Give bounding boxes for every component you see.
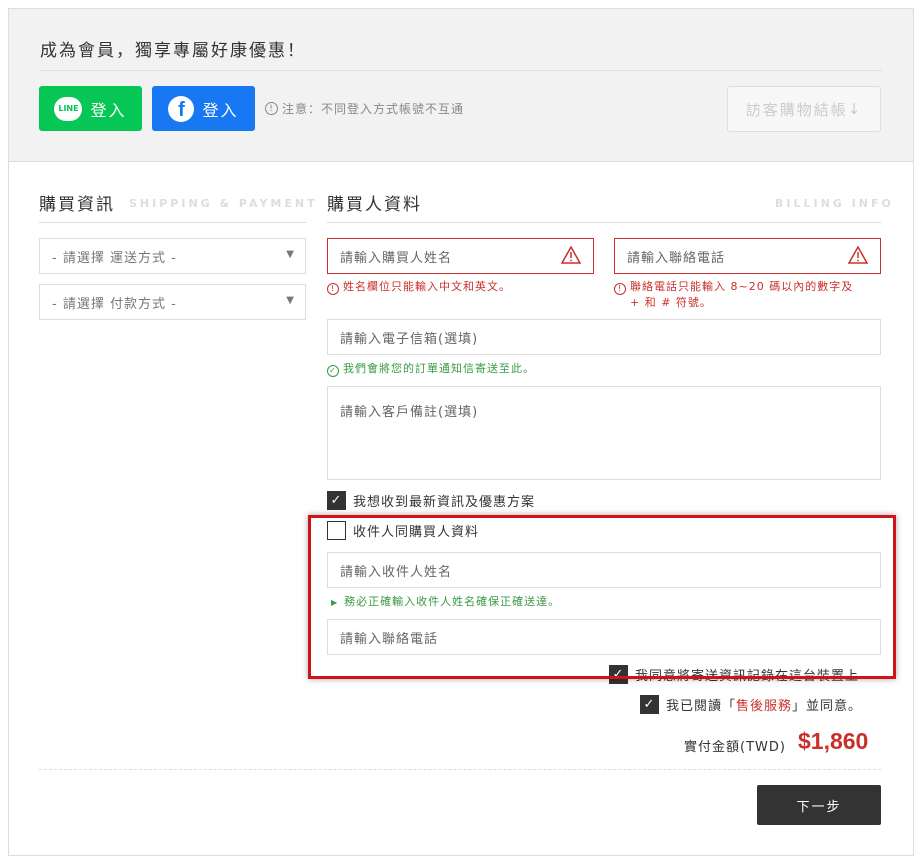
login-note: ! 注意：不同登入方式帳號不互通: [265, 100, 464, 117]
total-amount-value: $1,860: [798, 728, 869, 754]
banner-divider: [40, 70, 882, 71]
checkmark-icon: ✓: [327, 491, 346, 510]
buyer-name-input[interactable]: 請輸入購買人姓名: [327, 238, 594, 274]
check-circle-icon: ✓: [327, 364, 339, 377]
buyer-info-divider: [327, 222, 881, 223]
terms-checkbox[interactable]: ✓ 我已閱讀「售後服務」並同意。: [640, 695, 862, 714]
arrow-down-icon: ↓: [847, 100, 863, 118]
total-amount-label: 實付金額(TWD): [684, 740, 786, 755]
error-icon: !: [614, 282, 626, 295]
footer-divider: [39, 769, 881, 770]
payment-method-select[interactable]: - 請選擇 付款方式 - ▼: [39, 284, 306, 320]
guest-checkout-label: 訪客購物結帳: [745, 100, 848, 119]
info-icon: !: [265, 102, 278, 115]
buyer-email-input[interactable]: 請輸入電子信箱(選填): [327, 319, 881, 355]
shipping-method-select[interactable]: - 請選擇 運送方式 - ▼: [39, 238, 306, 274]
buyer-name-placeholder: 請輸入購買人姓名: [340, 250, 453, 266]
purchase-info-title: 購買資訊: [39, 195, 115, 215]
caret-down-icon: ▼: [286, 295, 295, 306]
warning-icon: [561, 246, 581, 264]
buyer-phone-placeholder: 請輸入聯絡電話: [627, 250, 726, 266]
customer-notes-textarea[interactable]: 請輸入客戶備註(選填): [327, 386, 881, 480]
buyer-phone-error: ! 聯絡電話只能輸入 8~20 碼以內的數字及 + 和 # 符號。: [614, 279, 884, 310]
member-promo-text: 成為會員，獨享專屬好康優惠！: [40, 41, 306, 61]
guest-checkout-button[interactable]: 訪客購物結帳 ↓: [727, 86, 881, 132]
purchase-info-divider: [39, 222, 306, 223]
after-sales-service-link[interactable]: 售後服務: [736, 699, 792, 714]
facebook-logo-icon: f: [168, 95, 195, 122]
line-login-button[interactable]: LINE 登入: [39, 86, 142, 131]
buyer-email-placeholder: 請輸入電子信箱(選填): [340, 331, 479, 347]
buyer-info-title: 購買人資料: [327, 195, 422, 215]
line-logo-icon: LINE: [54, 96, 83, 121]
line-login-label: 登入: [90, 100, 127, 120]
newsletter-label: 我想收到最新資訊及優惠方案: [353, 495, 536, 510]
login-note-text: 注意：不同登入方式帳號不互通: [282, 102, 465, 116]
terms-label: 我已閱讀「售後服務」並同意。: [666, 699, 863, 714]
facebook-login-button[interactable]: f 登入: [152, 86, 255, 131]
checkmark-icon: ✓: [640, 695, 659, 714]
error-icon: !: [327, 282, 339, 295]
checkout-frame: 成為會員，獨享專屬好康優惠！ LINE 登入 f 登入 ! 注意：不同登入方式帳…: [8, 8, 914, 856]
buyer-name-error: ! 姓名欄位只能輸入中文和英文。: [327, 279, 511, 295]
customer-notes-placeholder: 請輸入客戶備註(選填): [340, 405, 479, 420]
buyer-email-hint: ✓ 我們會將您的訂單通知信寄送至此。: [327, 361, 535, 377]
shipping-method-value: - 請選擇 運送方式 -: [52, 250, 177, 266]
facebook-login-label: 登入: [202, 100, 239, 120]
warning-icon: [848, 246, 868, 264]
next-step-button[interactable]: 下一步: [757, 785, 881, 825]
caret-down-icon: ▼: [286, 249, 295, 260]
buyer-phone-input[interactable]: 請輸入聯絡電話: [614, 238, 881, 274]
receiver-section-highlight: [308, 515, 896, 679]
payment-method-value: - 請選擇 付款方式 -: [52, 296, 177, 312]
login-banner: 成為會員，獨享專屬好康優惠！ LINE 登入 f 登入 ! 注意：不同登入方式帳…: [9, 9, 913, 162]
buyer-info-subtitle: BILLING INFO: [775, 197, 894, 210]
newsletter-checkbox[interactable]: ✓ 我想收到最新資訊及優惠方案: [327, 491, 535, 510]
purchase-info-subtitle: SHIPPING & PAYMENT: [129, 197, 318, 210]
